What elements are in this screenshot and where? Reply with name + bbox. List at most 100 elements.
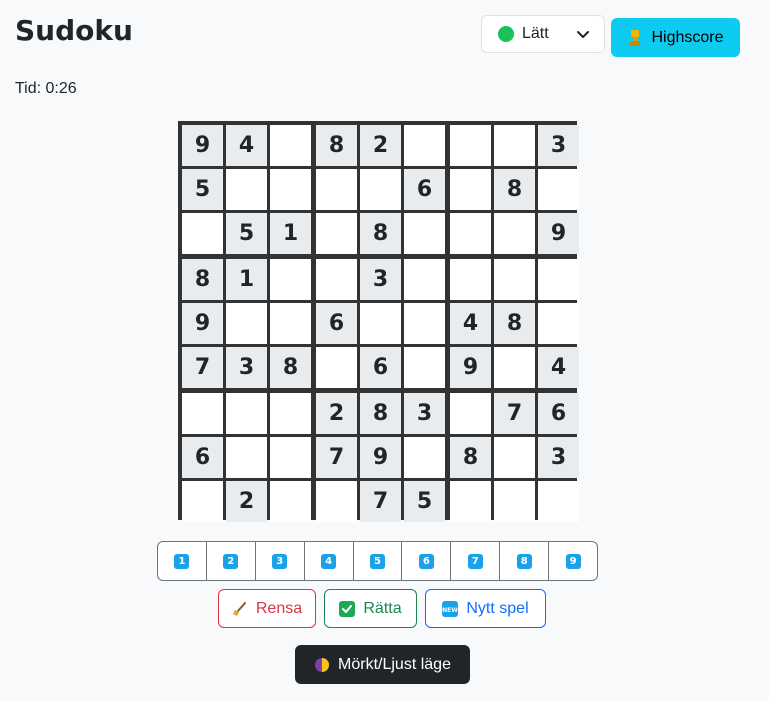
sudoku-cell[interactable] — [270, 169, 311, 210]
sudoku-cell[interactable]: 3 — [404, 393, 445, 434]
sudoku-cell[interactable] — [316, 213, 357, 254]
sudoku-cell[interactable] — [270, 481, 311, 522]
sudoku-cell[interactable] — [494, 347, 535, 388]
number-button-1[interactable]: 1 — [158, 542, 207, 580]
sudoku-cell[interactable]: 5 — [226, 213, 267, 254]
number-button-5[interactable]: 5 — [354, 542, 403, 580]
sudoku-cell[interactable]: 8 — [270, 347, 311, 388]
sudoku-cell[interactable] — [360, 169, 401, 210]
sudoku-cell[interactable] — [404, 347, 445, 388]
sudoku-cell[interactable] — [538, 303, 579, 344]
sudoku-cell[interactable]: 3 — [538, 125, 579, 166]
sudoku-cell[interactable] — [494, 481, 535, 522]
sudoku-cell[interactable]: 8 — [360, 393, 401, 434]
sudoku-cell[interactable] — [182, 481, 223, 522]
sudoku-cell[interactable] — [226, 437, 267, 478]
sudoku-cell[interactable] — [360, 303, 401, 344]
sudoku-cell[interactable]: 2 — [360, 125, 401, 166]
sudoku-cell[interactable]: 2 — [316, 393, 357, 434]
sudoku-cell[interactable]: 9 — [450, 347, 491, 388]
sudoku-cell[interactable]: 9 — [182, 125, 223, 166]
number-button-9[interactable]: 9 — [549, 542, 597, 580]
sudoku-cell[interactable] — [270, 259, 311, 300]
sudoku-cell[interactable]: 6 — [182, 437, 223, 478]
number-button-7[interactable]: 7 — [451, 542, 501, 580]
clear-button[interactable]: Rensa — [218, 589, 316, 628]
number-button-4[interactable]: 4 — [305, 542, 354, 580]
sudoku-cell[interactable] — [316, 259, 357, 300]
sudoku-cell[interactable]: 7 — [182, 347, 223, 388]
sudoku-cell[interactable]: 8 — [494, 303, 535, 344]
sudoku-cell[interactable]: 6 — [360, 347, 401, 388]
sudoku-cell[interactable]: 3 — [226, 347, 267, 388]
sudoku-cell[interactable]: 9 — [360, 437, 401, 478]
sudoku-cell[interactable]: 6 — [316, 303, 357, 344]
sudoku-cell[interactable] — [450, 169, 491, 210]
sudoku-cell[interactable]: 8 — [450, 437, 491, 478]
sudoku-cell[interactable]: 4 — [538, 347, 579, 388]
number-button-2[interactable]: 2 — [207, 542, 256, 580]
sudoku-cell[interactable] — [450, 481, 491, 522]
sudoku-cell[interactable]: 4 — [450, 303, 491, 344]
sudoku-cell[interactable] — [404, 125, 445, 166]
sudoku-cell[interactable]: 5 — [182, 169, 223, 210]
sudoku-cell[interactable] — [226, 169, 267, 210]
sudoku-cell[interactable]: 9 — [182, 303, 223, 344]
sudoku-cell[interactable] — [494, 125, 535, 166]
highscore-button[interactable]: Highscore — [611, 18, 740, 57]
sudoku-cell[interactable] — [538, 259, 579, 300]
sudoku-cell[interactable] — [494, 259, 535, 300]
sudoku-cell[interactable]: 7 — [494, 393, 535, 434]
new-game-button[interactable]: NEW Nytt spel — [425, 589, 546, 628]
sudoku-cell[interactable] — [450, 393, 491, 434]
sudoku-cell[interactable] — [450, 213, 491, 254]
difficulty-select[interactable]: Lätt — [481, 15, 605, 53]
sudoku-cell[interactable]: 8 — [360, 213, 401, 254]
new-badge-icon: NEW — [442, 600, 459, 617]
sudoku-cell[interactable] — [404, 213, 445, 254]
sudoku-cell[interactable] — [450, 259, 491, 300]
sudoku-cell[interactable] — [538, 169, 579, 210]
sudoku-cell[interactable]: 8 — [316, 125, 357, 166]
sudoku-cell[interactable] — [494, 437, 535, 478]
sudoku-cell[interactable]: 3 — [538, 437, 579, 478]
sudoku-cell[interactable]: 7 — [316, 437, 357, 478]
sudoku-cell[interactable] — [404, 259, 445, 300]
sudoku-cell[interactable]: 9 — [538, 213, 579, 254]
sudoku-cell[interactable] — [450, 125, 491, 166]
sudoku-cell[interactable]: 5 — [404, 481, 445, 522]
sudoku-cell[interactable] — [316, 169, 357, 210]
sudoku-cell[interactable]: 3 — [360, 259, 401, 300]
sudoku-cell[interactable] — [182, 213, 223, 254]
sudoku-cell[interactable] — [538, 481, 579, 522]
keycap-number-icon: 5 — [370, 553, 385, 569]
sudoku-cell[interactable] — [404, 303, 445, 344]
sudoku-cell[interactable] — [404, 437, 445, 478]
number-button-6[interactable]: 6 — [402, 542, 452, 580]
sudoku-cell[interactable]: 6 — [404, 169, 445, 210]
sudoku-cell[interactable] — [270, 437, 311, 478]
keycap-number-icon: 3 — [272, 553, 288, 569]
sudoku-cell[interactable]: 7 — [360, 481, 401, 522]
sudoku-cell[interactable]: 4 — [226, 125, 267, 166]
number-button-8[interactable]: 8 — [500, 542, 550, 580]
sudoku-cell[interactable]: 6 — [538, 393, 579, 434]
sudoku-cell[interactable] — [316, 347, 357, 388]
sudoku-cell[interactable] — [270, 303, 311, 344]
sudoku-cell[interactable]: 1 — [226, 259, 267, 300]
sudoku-cell[interactable] — [494, 213, 535, 254]
sudoku-cell[interactable] — [226, 303, 267, 344]
sudoku-cell[interactable]: 8 — [182, 259, 223, 300]
sudoku-cell[interactable] — [226, 393, 267, 434]
sudoku-cell[interactable] — [270, 125, 311, 166]
sudoku-cell[interactable] — [270, 393, 311, 434]
number-button-3[interactable]: 3 — [256, 542, 305, 580]
theme-toggle-label: Mörkt/Ljust läge — [338, 655, 451, 673]
sudoku-cell[interactable]: 1 — [270, 213, 311, 254]
sudoku-cell[interactable] — [182, 393, 223, 434]
sudoku-cell[interactable] — [316, 481, 357, 522]
sudoku-cell[interactable]: 2 — [226, 481, 267, 522]
theme-toggle-button[interactable]: Mörkt/Ljust läge — [295, 645, 470, 684]
sudoku-cell[interactable]: 8 — [494, 169, 535, 210]
check-button[interactable]: Rätta — [324, 589, 417, 628]
